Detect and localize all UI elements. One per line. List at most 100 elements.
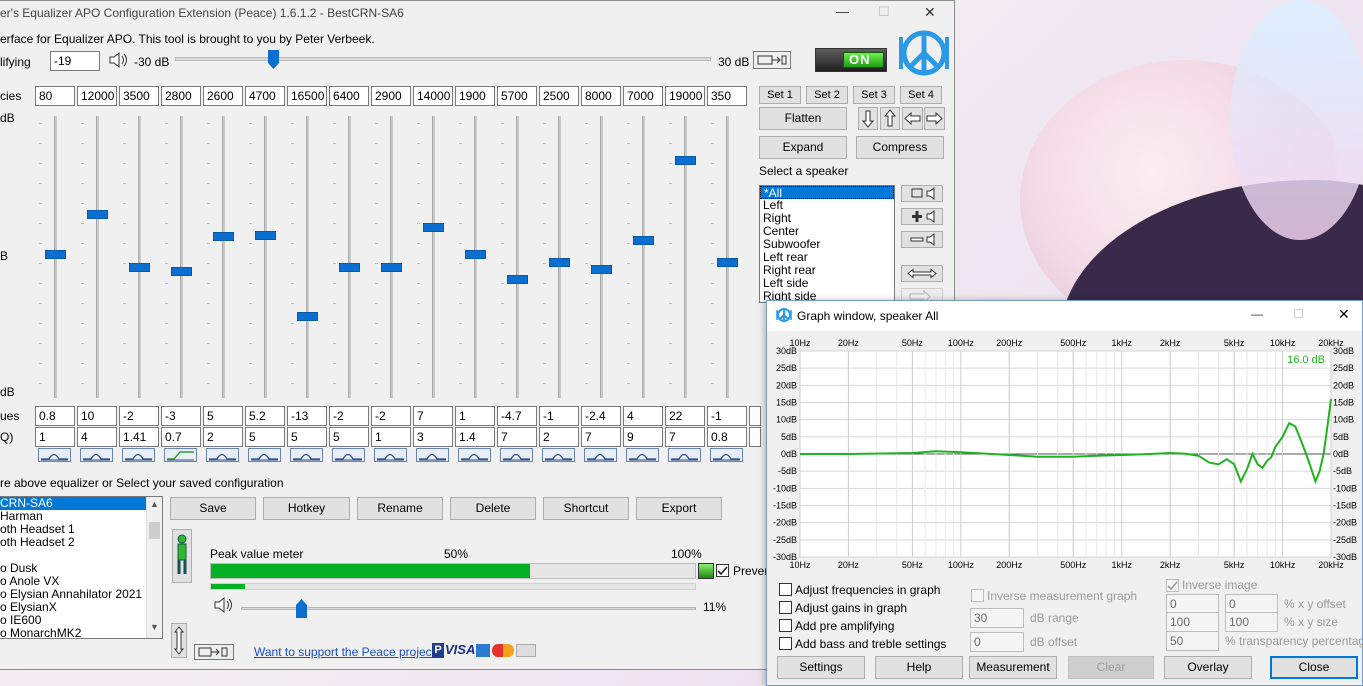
flatten-button[interactable]: Flatten [759,107,847,130]
set-1-button[interactable]: Set 1 [759,86,801,104]
filter-type-button[interactable] [542,448,575,462]
q-input[interactable]: 5 [329,427,369,447]
filter-type-button[interactable] [374,448,407,462]
eq-slider-thumb[interactable] [87,209,108,219]
speaker-swap-button[interactable] [901,265,943,282]
eq-slider-thumb[interactable] [423,222,444,232]
frequency-input[interactable]: 2500 [539,86,579,106]
q-input[interactable]: 7 [665,427,705,447]
speaker-remove-button[interactable] [901,231,943,248]
eq-slider-track[interactable] [180,116,183,398]
add-bass-treble-checkbox[interactable] [779,637,792,650]
scroll-up-icon[interactable]: ▲ [150,499,159,509]
gain-input[interactable]: -2.4 [581,406,621,426]
filter-type-button[interactable] [416,448,449,462]
compress-button[interactable]: Compress [856,136,944,159]
scroll-thumb[interactable] [149,522,160,539]
eq-slider-thumb[interactable] [507,274,528,284]
q-input[interactable]: 1.41 [119,427,159,447]
frequency-input[interactable]: 3500 [119,86,159,106]
q-input[interactable]: 7 [497,427,537,447]
speaker-volume-icon[interactable] [107,49,129,71]
export-button[interactable]: Export [636,497,722,520]
frequency-input[interactable]: 2900 [371,86,411,106]
q-input[interactable]: 0.8 [707,427,747,447]
gain-input[interactable]: -13 [287,406,327,426]
power-on-toggle[interactable]: ON [815,48,887,72]
q-input[interactable]: 5 [245,427,285,447]
gain-input[interactable]: 10 [77,406,117,426]
gain-input[interactable]: 7 [413,406,453,426]
frequency-input[interactable]: 19000 [665,86,705,106]
adjust-frequencies-checkbox[interactable] [779,583,792,596]
minimize-button[interactable]: — [836,4,849,19]
graph-overlay-button[interactable]: Overlay [1164,656,1252,679]
speaker-list[interactable]: *All Left Right Center Subwoofer Left rear Rig… [759,185,895,303]
gain-input[interactable]: -2 [329,406,369,426]
arrow-left-button[interactable] [902,107,923,130]
eq-slider-thumb[interactable] [255,230,276,240]
filter-type-button[interactable] [584,448,617,462]
filter-type-button[interactable] [458,448,491,462]
filter-type-button[interactable] [290,448,323,462]
frequency-input[interactable]: 8000 [581,86,621,106]
preamp-input[interactable]: -19 [50,51,100,71]
scroll-down-icon[interactable]: ▼ [150,622,159,632]
gain-input-partial[interactable] [749,406,761,426]
eq-slider-thumb[interactable] [213,231,234,241]
eq-slider-thumb[interactable] [171,267,192,277]
preamp-expand-button[interactable] [753,51,791,69]
eq-slider-thumb[interactable] [339,262,360,272]
eq-slider-track[interactable] [642,116,645,398]
frequency-input[interactable]: 2800 [161,86,201,106]
eq-slider-track[interactable] [348,116,351,398]
q-input[interactable]: 2 [203,427,243,447]
q-input[interactable]: 5 [287,427,327,447]
gain-input[interactable]: 5.2 [245,406,285,426]
eq-slider-track[interactable] [222,116,225,398]
add-pre-amp-checkbox[interactable] [779,619,792,632]
graph-maximize-button[interactable]: ☐ [1293,307,1304,321]
filter-type-button[interactable] [206,448,239,462]
filter-type-button[interactable] [122,448,155,462]
eq-slider-track[interactable] [600,116,603,398]
eq-slider-thumb[interactable] [717,258,738,268]
rename-button[interactable]: Rename [357,497,443,520]
filter-type-button[interactable] [248,448,281,462]
gain-input[interactable]: -4.7 [497,406,537,426]
arrow-down-button[interactable] [858,107,878,130]
graph-close-action-button[interactable]: Close [1270,656,1358,679]
delete-button[interactable]: Delete [450,497,536,520]
set-2-button[interactable]: Set 2 [806,86,848,104]
filter-type-button[interactable] [668,448,701,462]
eq-slider-thumb[interactable] [129,262,150,272]
save-button[interactable]: Save [170,497,256,520]
frequency-input[interactable]: 5700 [497,86,537,106]
graph-settings-button[interactable]: Settings [777,656,865,679]
q-input[interactable]: 7 [581,427,621,447]
eq-slider-track[interactable] [432,116,435,398]
eq-slider-track[interactable] [138,116,141,398]
eq-slider-track[interactable] [390,116,393,398]
frequency-input[interactable]: 350 [707,86,747,106]
filter-type-button[interactable] [626,448,659,462]
preamp-slider-thumb[interactable] [268,50,280,69]
volume-slider-thumb[interactable] [296,599,308,618]
q-input[interactable]: 3 [413,427,453,447]
volume-slider-track[interactable] [241,607,696,610]
eq-slider-thumb[interactable] [675,156,696,166]
eq-slider-thumb[interactable] [381,262,402,272]
config-list-item[interactable]: oth Headset 2 [0,536,146,549]
speaker-single-button[interactable] [901,185,943,202]
frequency-response-graph[interactable]: 30dB 30dB25dB 25dB20dB 20dB15dB 15dB10dB 10dB… [767,331,1363,576]
q-input[interactable]: 4 [77,427,117,447]
gain-input[interactable]: -1 [707,406,747,426]
frequency-input[interactable]: 1900 [455,86,495,106]
graph-help-button[interactable]: Help [875,656,963,679]
filter-type-button[interactable] [710,448,743,462]
frequency-input[interactable]: 12000 [77,86,117,106]
q-input[interactable]: 1.4 [455,427,495,447]
frequency-input[interactable]: 4700 [245,86,285,106]
gain-input[interactable]: -3 [161,406,201,426]
q-input[interactable]: 2 [539,427,579,447]
